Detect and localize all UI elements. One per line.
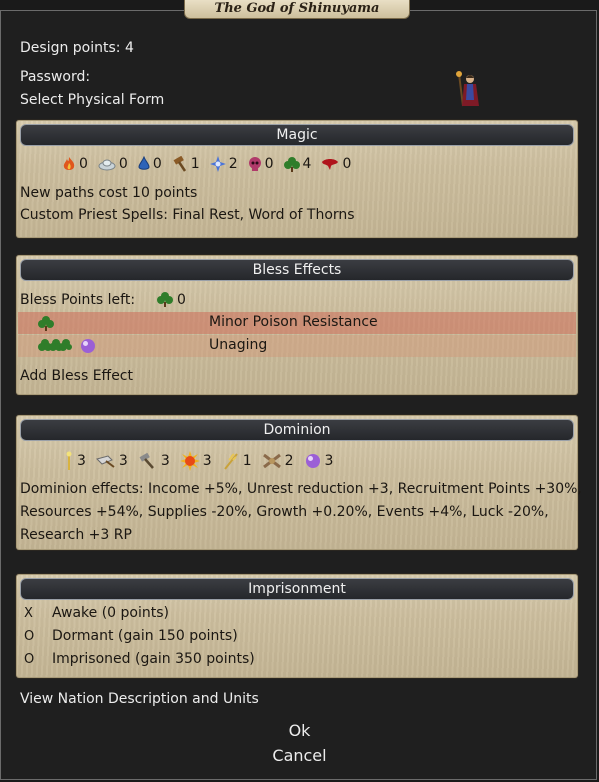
imprisonment-option-label: Awake (0 points) bbox=[52, 605, 169, 621]
turmoil-scale-value: 2 bbox=[284, 453, 294, 469]
productivity-scale-value: 3 bbox=[118, 453, 128, 469]
magic-paths-row: 0 0 0 1 2 0 4 0 bbox=[62, 156, 361, 172]
heat-scale[interactable]: 3 bbox=[138, 453, 170, 469]
growth-scale[interactable]: 3 bbox=[179, 451, 212, 471]
fortune-icon bbox=[223, 453, 238, 470]
nature-icon bbox=[283, 157, 300, 172]
imprisonment-header: Imprisonment bbox=[20, 578, 574, 600]
heat-icon bbox=[139, 453, 154, 469]
magic-header: Magic bbox=[20, 124, 574, 146]
productivity-icon bbox=[95, 455, 115, 468]
fire-path[interactable]: 0 bbox=[62, 156, 88, 172]
dominion-panel: Dominion 3 3 3 3 1 2 3 Dominion effects:… bbox=[16, 415, 582, 550]
air-path[interactable]: 0 bbox=[98, 156, 128, 172]
imprisonment-option-label: Imprisoned (gain 350 points) bbox=[52, 651, 255, 667]
order-scale[interactable]: 3 bbox=[64, 451, 86, 471]
nature-path[interactable]: 4 bbox=[283, 156, 312, 172]
astral-path-value: 2 bbox=[228, 156, 238, 172]
magic-panel: Magic 0 0 0 1 2 0 4 0 New paths cost 10 … bbox=[16, 120, 578, 238]
death-path[interactable]: 0 bbox=[248, 156, 274, 172]
earth-path[interactable]: 1 bbox=[172, 156, 200, 172]
turmoil-icon bbox=[262, 453, 281, 469]
imprisonment-option-awake[interactable]: X Awake (0 points) bbox=[16, 604, 578, 626]
imprisonment-panel: Imprisonment X Awake (0 points) O Dorman… bbox=[16, 574, 578, 678]
nature-icon bbox=[38, 316, 54, 331]
ok-button[interactable]: Ok bbox=[0, 721, 599, 740]
order-scale-value: 3 bbox=[77, 453, 86, 469]
productivity-scale[interactable]: 3 bbox=[95, 453, 128, 469]
pretender-portrait[interactable] bbox=[454, 70, 482, 108]
dominion-effects-line: Resources +54%, Supplies -20%, Growth +0… bbox=[20, 504, 549, 520]
death-path-value: 0 bbox=[264, 156, 274, 172]
water-path-value: 0 bbox=[152, 156, 162, 172]
air-icon bbox=[98, 159, 116, 171]
blood-path[interactable]: 0 bbox=[321, 156, 351, 172]
new-path-cost-text: New paths cost 10 points bbox=[20, 185, 198, 201]
bless-effects-panel: Bless Effects Bless Points left: 0 Minor… bbox=[16, 255, 578, 395]
dominion-effects-line: Dominion effects: Income +5%, Unrest red… bbox=[20, 481, 582, 497]
add-bless-effect-button[interactable]: Add Bless Effect bbox=[20, 368, 133, 384]
water-path[interactable]: 0 bbox=[138, 156, 162, 172]
earth-icon bbox=[173, 156, 186, 172]
radio-mark: O bbox=[24, 629, 35, 644]
growth-scale-value: 3 bbox=[202, 453, 212, 469]
custom-priest-spells-text: Custom Priest Spells: Final Rest, Word o… bbox=[20, 207, 355, 223]
imprisonment-option-label: Dormant (gain 150 points) bbox=[52, 628, 238, 644]
radio-mark: O bbox=[24, 652, 35, 667]
magic-scale[interactable]: 3 bbox=[304, 452, 334, 470]
design-points-text: Design points: 4 bbox=[20, 40, 134, 56]
imprisonment-option-dormant[interactable]: O Dormant (gain 150 points) bbox=[16, 627, 578, 649]
astral-icon bbox=[209, 156, 226, 172]
air-path-value: 0 bbox=[118, 156, 128, 172]
imprisonment-option-imprisoned[interactable]: O Imprisoned (gain 350 points) bbox=[16, 650, 578, 672]
fortune-scale-value: 1 bbox=[242, 453, 252, 469]
earth-path-value: 1 bbox=[190, 156, 200, 172]
selected-mark: X bbox=[24, 606, 33, 621]
blood-path-value: 0 bbox=[342, 156, 352, 172]
fire-path-value: 0 bbox=[79, 156, 88, 172]
bless-effects-header: Bless Effects bbox=[20, 259, 574, 281]
turmoil-scale[interactable]: 2 bbox=[262, 452, 294, 470]
dominion-header: Dominion bbox=[20, 419, 574, 441]
cancel-button[interactable]: Cancel bbox=[0, 746, 599, 765]
bless-points-value: 0 bbox=[177, 292, 186, 308]
growth-icon bbox=[179, 451, 200, 471]
fire-icon bbox=[63, 157, 75, 170]
view-nation-button[interactable]: View Nation Description and Units bbox=[20, 691, 259, 707]
nature-path-value: 4 bbox=[302, 156, 312, 172]
dominion-effects-line: Research +3 RP bbox=[20, 527, 132, 543]
password-button[interactable]: Password: bbox=[20, 69, 90, 85]
astral-path[interactable]: 2 bbox=[209, 156, 238, 172]
nature-icon bbox=[38, 339, 72, 351]
blood-icon bbox=[322, 159, 339, 170]
order-icon bbox=[66, 451, 72, 470]
nature-icon bbox=[157, 292, 173, 307]
heat-scale-value: 3 bbox=[160, 453, 170, 469]
bless-points-label: Bless Points left: bbox=[20, 292, 136, 308]
water-icon bbox=[138, 156, 150, 170]
bless-effect-name: Minor Poison Resistance bbox=[209, 314, 378, 330]
dominion-scales-row: 3 3 3 3 1 2 3 bbox=[64, 451, 343, 471]
select-physical-form-button[interactable]: Select Physical Form bbox=[20, 92, 164, 108]
bless-effect-row[interactable]: Minor Poison Resistance bbox=[18, 312, 576, 334]
magic-scale-value: 3 bbox=[324, 453, 334, 469]
astral-orb-icon bbox=[81, 339, 95, 353]
window-title: The God of Shinuyama bbox=[184, 0, 410, 19]
magic-icon bbox=[305, 454, 320, 468]
bless-effect-name: Unaging bbox=[209, 337, 268, 353]
death-icon bbox=[248, 157, 261, 171]
bless-effect-row[interactable]: Unaging bbox=[18, 335, 576, 357]
fortune-scale[interactable]: 1 bbox=[222, 452, 252, 470]
